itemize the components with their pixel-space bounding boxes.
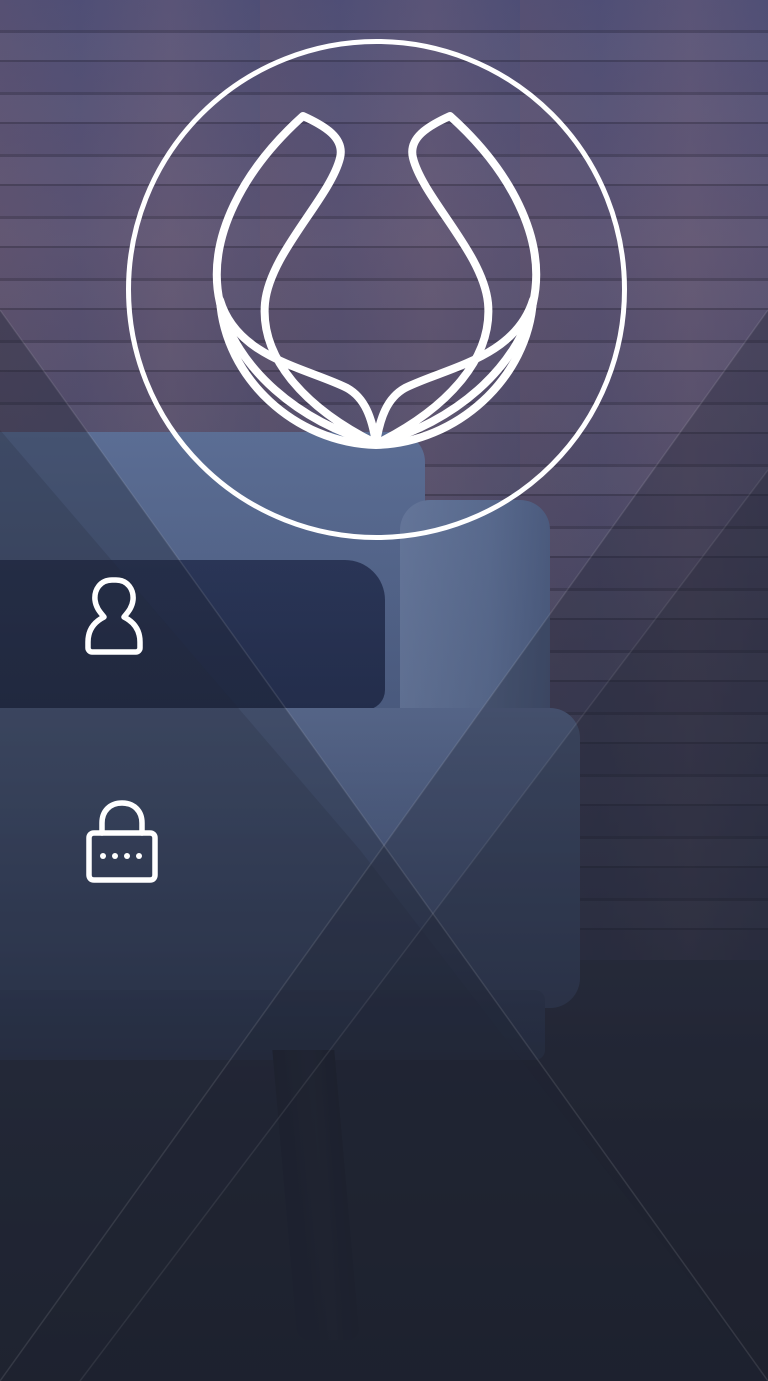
password-input[interactable] <box>185 820 709 882</box>
lotus-logo-icon <box>126 39 627 540</box>
username-input[interactable] <box>185 585 709 647</box>
password-field-row[interactable] <box>0 790 768 910</box>
login-screen <box>0 0 768 1381</box>
lock-password-icon <box>86 800 158 883</box>
username-field-row[interactable] <box>0 555 768 675</box>
user-icon <box>85 577 143 655</box>
